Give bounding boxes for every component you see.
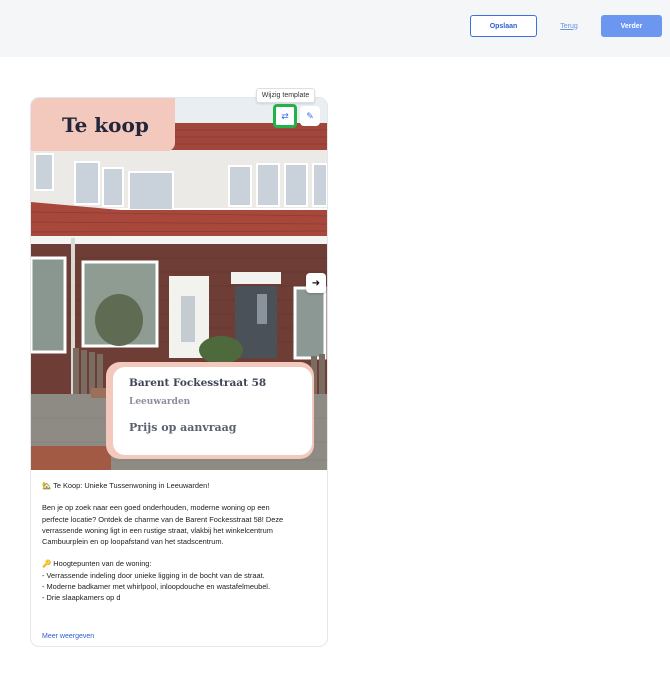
post-description: 🏡 Te Koop: Unieke Tussenwoning in Leeuwa… (42, 480, 322, 603)
property-city: Leeuwarden (129, 397, 191, 407)
description-line: - Verrassende indeling door unieke liggi… (42, 570, 265, 580)
description-line: perfecte locatie? Ontdek de charme van d… (42, 514, 284, 524)
change-template-tooltip: Wijzig template (256, 88, 315, 103)
description-line: verrassende woning ligt in een rustige s… (42, 525, 273, 535)
show-more-link[interactable]: Meer weergeven (42, 633, 94, 640)
save-button[interactable]: Opslaan (470, 15, 537, 37)
edit-button[interactable]: ✎ (300, 106, 320, 126)
property-price: Prijs op aanvraag (129, 421, 237, 434)
description-line: - Drie slaapkamers op d (42, 593, 121, 602)
description-line: 🏡 Te Koop: Unieke Tussenwoning in Leeuwa… (42, 481, 210, 490)
description-line: - Moderne badkamer met whirlpool, inloop… (42, 581, 271, 591)
top-bar: Opslaan Terug Verder (0, 0, 670, 57)
arrow-right-icon: ➜ (311, 277, 321, 289)
next-button[interactable]: Verder (601, 15, 662, 37)
description-line: Ben je op zoek naar een goed onderhouden… (42, 503, 270, 513)
swap-template-button[interactable]: ⇄ (273, 104, 297, 128)
description-line (42, 491, 322, 502)
back-link[interactable]: Terug (556, 15, 582, 37)
property-address: Barent Fockesstraat 58 (129, 377, 267, 389)
property-info-panel: Barent Fockesstraat 58 Leeuwarden Prijs … (113, 367, 312, 455)
description-line (42, 547, 322, 558)
swap-icon: ⇄ (281, 110, 289, 121)
for-sale-badge: Te koop (31, 98, 175, 151)
description-line: Cambuurplein en op loopafstand van het s… (42, 537, 224, 546)
description-line: 🔑 Hoogtepunten van de woning: (42, 559, 152, 569)
social-post-card: Te koop Barent Fockesstraat 58 Leeuwarde… (30, 97, 328, 647)
next-image-button[interactable]: ➜ (306, 273, 326, 293)
pencil-icon: ✎ (306, 110, 314, 121)
